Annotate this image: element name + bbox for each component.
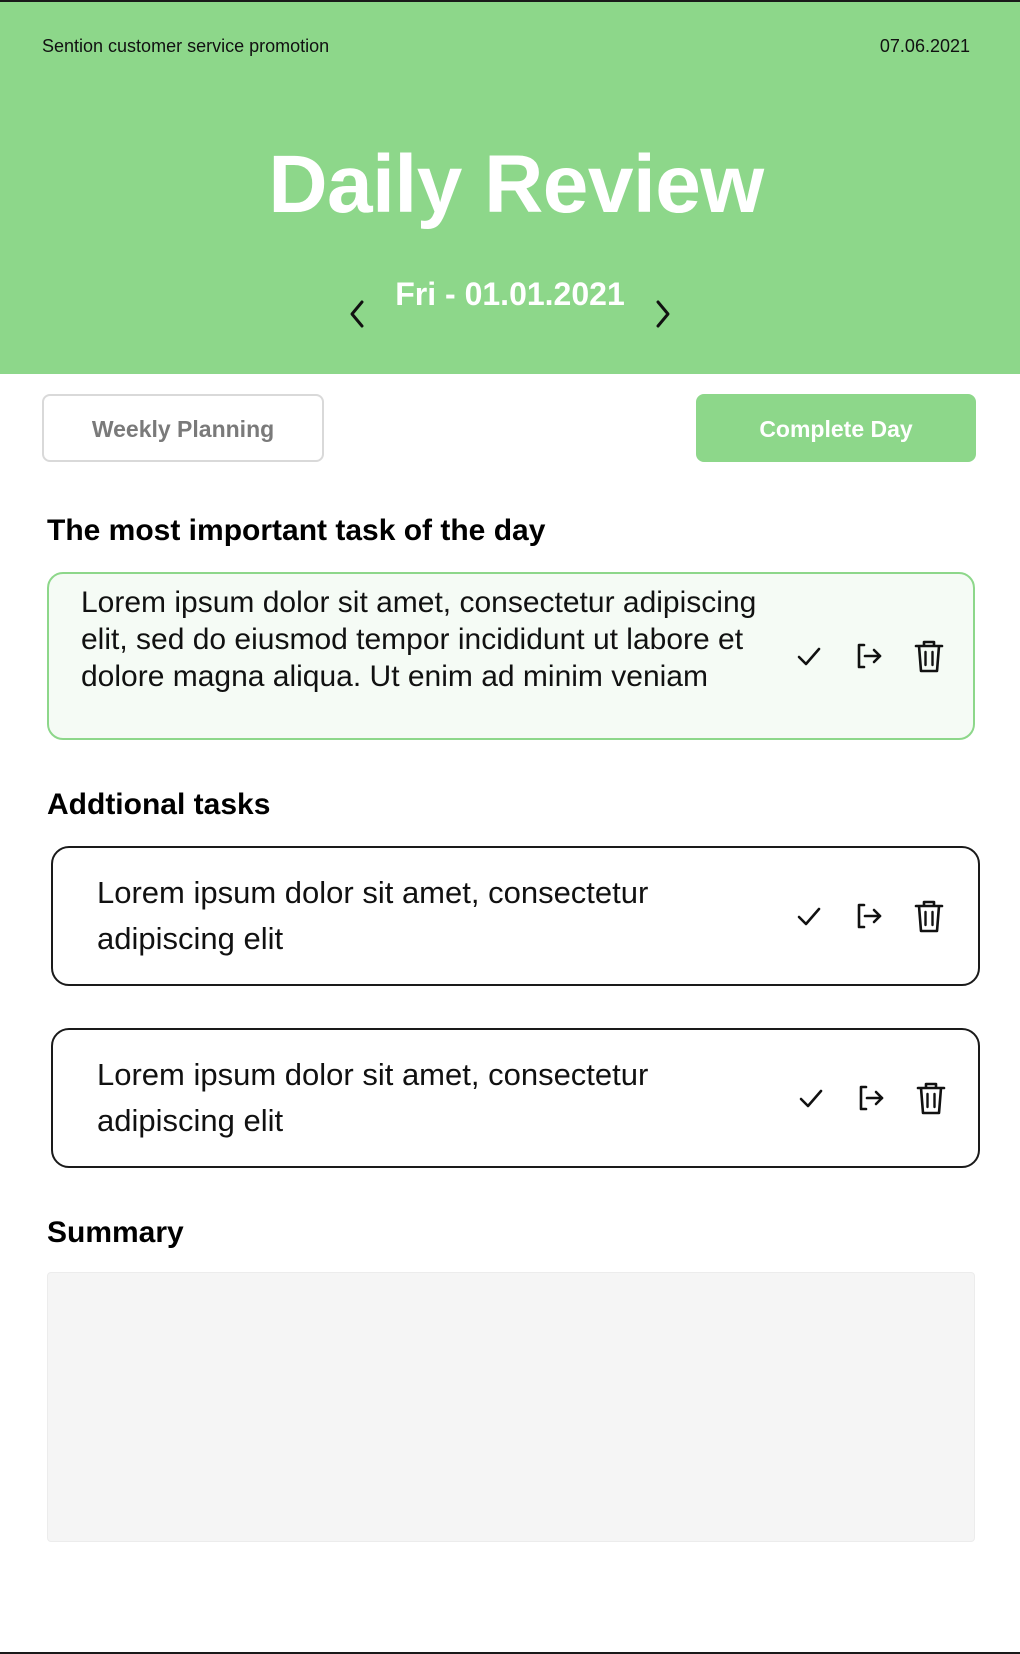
move-icon — [857, 643, 882, 669]
move-task-button[interactable] — [853, 638, 885, 674]
main-task-card[interactable]: Lorem ipsum dolor sit amet, consectetur … — [47, 572, 975, 740]
trash-icon — [914, 640, 944, 673]
complete-task-button[interactable] — [793, 898, 825, 934]
move-icon — [857, 903, 882, 929]
summary-heading: Summary — [47, 1216, 184, 1249]
delete-task-button[interactable] — [913, 638, 945, 674]
main-task-heading: The most important task of the day — [47, 514, 546, 547]
complete-day-button[interactable]: Complete Day — [696, 394, 976, 462]
header-date: 07.06.2021 — [879, 36, 970, 56]
delete-task-button[interactable] — [913, 898, 945, 934]
main-task-actions — [793, 574, 945, 738]
complete-task-button[interactable] — [793, 638, 825, 674]
page-title: Daily Review — [268, 139, 764, 230]
trash-icon — [914, 900, 944, 933]
daily-review-page: Sention customer service promotion 07.06… — [0, 0, 1020, 1654]
task-actions — [795, 1030, 947, 1166]
trash-icon — [916, 1082, 946, 1115]
check-icon — [799, 1089, 823, 1108]
project-name: Sention customer service promotion — [42, 36, 330, 56]
move-icon — [859, 1085, 884, 1111]
move-task-button[interactable] — [855, 1080, 887, 1116]
complete-task-button[interactable] — [795, 1080, 827, 1116]
summary-textarea[interactable] — [47, 1272, 975, 1542]
next-day-button[interactable] — [650, 298, 674, 330]
task-item[interactable]: Lorem ipsum dolor sit amet, consectetur … — [51, 1028, 980, 1168]
header-banner: Sention customer service promotion 07.06… — [0, 2, 1020, 374]
move-task-button[interactable] — [853, 898, 885, 934]
current-day-label: Fri - 01.01.2021 — [395, 276, 625, 312]
task-text: Lorem ipsum dolor sit amet, consectetur … — [97, 1057, 649, 1138]
chevron-right-icon — [656, 300, 670, 328]
task-text: Lorem ipsum dolor sit amet, consectetur … — [97, 875, 649, 956]
weekly-planning-button[interactable]: Weekly Planning — [42, 394, 324, 462]
task-item[interactable]: Lorem ipsum dolor sit amet, consectetur … — [51, 846, 980, 986]
delete-task-button[interactable] — [915, 1080, 947, 1116]
additional-tasks-heading: Addtional tasks — [47, 788, 271, 821]
check-icon — [797, 647, 821, 666]
task-actions — [793, 848, 945, 984]
day-navigator: Fri - 01.01.2021 — [0, 272, 1020, 342]
check-icon — [797, 907, 821, 926]
main-task-text: Lorem ipsum dolor sit amet, consectetur … — [81, 586, 757, 693]
